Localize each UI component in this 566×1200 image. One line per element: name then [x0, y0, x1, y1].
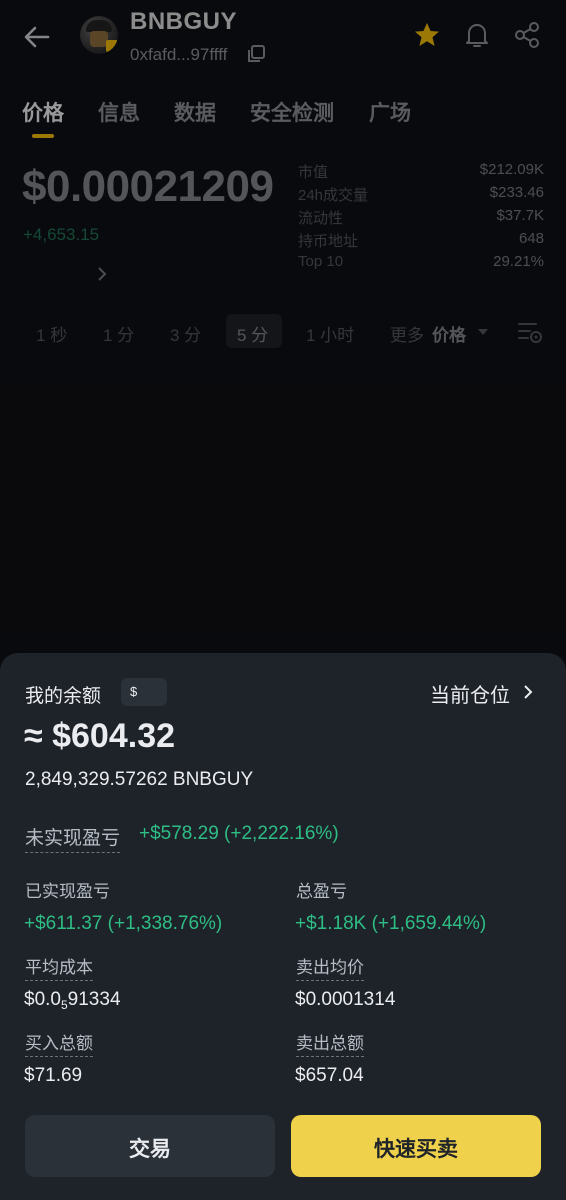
stat-label: Top 10: [298, 253, 344, 270]
balance-token-amount: 2,849,329.57262 BNBGUY: [25, 769, 254, 790]
tab-square[interactable]: 广场: [369, 97, 411, 127]
balance-sheet: 我的余额 $ 当前仓位 ≈ $604.32 2,849,329.57262 BN…: [0, 653, 566, 1200]
sell-total-value: $657.04: [295, 1065, 364, 1086]
stat-volume: 24h成交量 $233.46: [298, 184, 544, 207]
token-avatar: [80, 16, 118, 54]
stat-market-cap: 市值 $212.09K: [298, 161, 544, 184]
stat-value: 29.21%: [493, 253, 544, 270]
realized-pnl-value: +$611.37 (+1,338.76%): [24, 913, 223, 934]
sell-total-label[interactable]: 卖出总额: [296, 1029, 364, 1057]
interval-5m[interactable]: 5 分: [237, 321, 268, 346]
token-name: BNBGUY: [130, 8, 238, 35]
stat-value: $37.7K: [496, 207, 544, 224]
interval-1s[interactable]: 1 秒: [36, 321, 67, 346]
current-price: $0.00021209: [22, 162, 274, 211]
currency-toggle[interactable]: $: [121, 678, 167, 706]
quick-trade-button[interactable]: 快速买卖: [291, 1115, 541, 1177]
buy-total-label[interactable]: 买入总额: [25, 1029, 93, 1057]
tab-bar: 价格 信息 数据 安全检测 广场: [0, 92, 566, 142]
avg-sell-value: $0.0001314: [295, 989, 396, 1010]
buy-total-value: $71.69: [24, 1065, 83, 1086]
stat-top10: Top 10 29.21%: [298, 253, 544, 276]
total-pnl-value: +$1.18K (+1,659.44%): [295, 913, 487, 934]
token-address: 0xfafd...97ffff: [130, 45, 228, 64]
stat-liquidity: 流动性 $37.7K: [298, 207, 544, 230]
realized-pnl-label: 已实现盈亏: [25, 882, 110, 901]
total-pnl-label: 总盈亏: [296, 882, 347, 901]
back-arrow-icon[interactable]: [22, 22, 52, 52]
tab-security[interactable]: 安全检测: [250, 97, 334, 127]
price-type-dropdown[interactable]: 价格: [432, 321, 466, 346]
trade-button-label: 交易: [129, 1138, 171, 1161]
stat-label: 持币地址: [298, 233, 359, 250]
quick-trade-button-label: 快速买卖: [374, 1138, 458, 1161]
stat-holders: 持币地址 648: [298, 230, 544, 253]
chevron-right-icon[interactable]: [95, 266, 109, 282]
avg-sell-label[interactable]: 卖出均价: [296, 953, 364, 981]
interval-bar: 1 秒 1 分 3 分 5 分 1 小时 更多 价格: [0, 312, 566, 352]
avg-cost-label[interactable]: 平均成本: [25, 953, 93, 981]
interval-1m[interactable]: 1 分: [103, 321, 134, 346]
interval-1h[interactable]: 1 小时: [306, 321, 354, 346]
stat-label: 流动性: [298, 210, 344, 227]
stat-value: 648: [518, 230, 544, 247]
balance-label: 我的余额: [25, 686, 102, 707]
interval-more[interactable]: 更多: [390, 321, 424, 346]
tab-active-indicator: [32, 134, 54, 138]
header-bar: BNBGUY 0xfafd...97ffff: [0, 0, 566, 80]
tab-data[interactable]: 数据: [174, 97, 216, 127]
avg-cost-value: $0.0591334: [24, 989, 121, 1012]
unrealized-pnl-label[interactable]: 未实现盈亏: [25, 823, 121, 853]
unrealized-pnl-value: +$578.29 (+2,222.16%): [139, 823, 339, 844]
chart-settings-icon[interactable]: [516, 318, 544, 346]
copy-icon[interactable]: [246, 44, 266, 64]
currency-symbol: $: [130, 684, 138, 699]
tab-info[interactable]: 信息: [98, 97, 140, 127]
chevron-right-icon[interactable]: [522, 684, 534, 700]
current-position-link[interactable]: 当前仓位: [430, 679, 510, 708]
share-icon[interactable]: [512, 20, 542, 50]
trade-button[interactable]: 交易: [25, 1115, 275, 1177]
stat-value: $233.46: [489, 184, 544, 201]
market-stats: 市值 $212.09K 24h成交量 $233.46 流动性 $37.7K 持币…: [298, 161, 544, 276]
stat-label: 市值: [298, 164, 329, 181]
caret-down-icon: [478, 329, 488, 335]
stat-value: $212.09K: [479, 161, 544, 178]
balance-value: ≈ $604.32: [24, 717, 176, 755]
price-change: +4,653.15: [23, 225, 100, 244]
tab-price[interactable]: 价格: [22, 97, 64, 127]
interval-3m[interactable]: 3 分: [170, 321, 201, 346]
bell-icon[interactable]: [462, 20, 492, 50]
star-icon[interactable]: [412, 20, 442, 50]
stat-label: 24h成交量: [298, 187, 369, 204]
